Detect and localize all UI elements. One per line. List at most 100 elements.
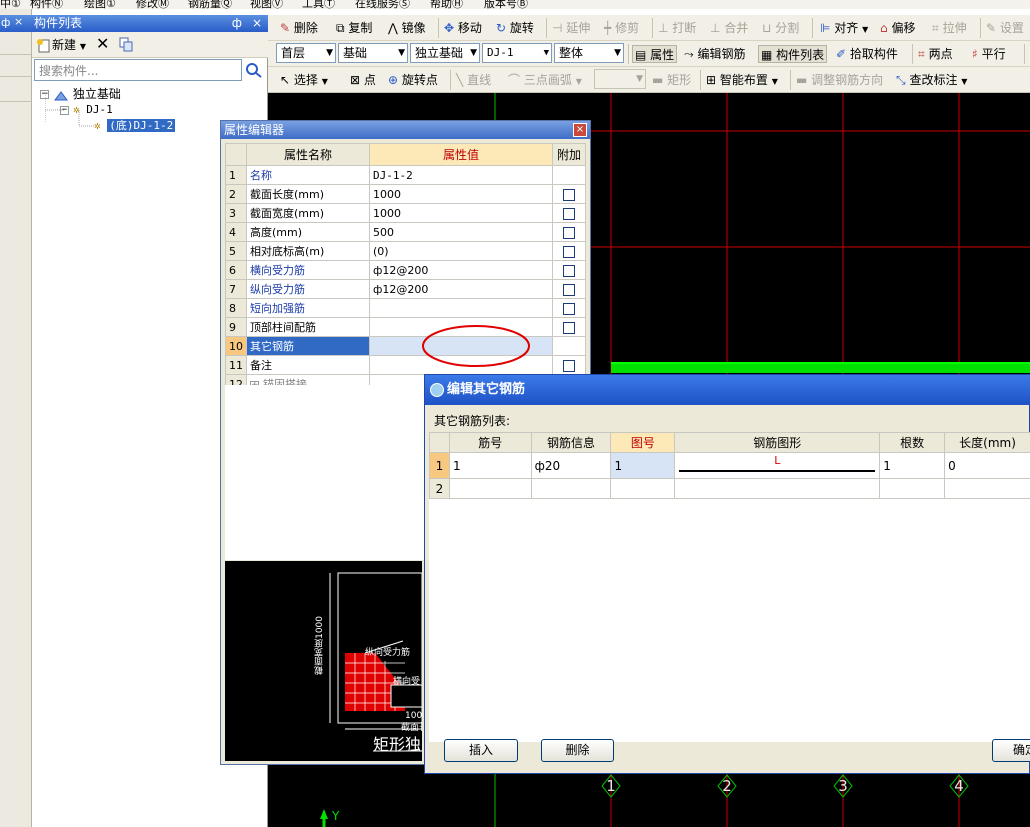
rotate-button[interactable]: ↻ 旋转	[496, 19, 534, 37]
menu-item-tools[interactable]: 工具Ⓣ	[302, 0, 335, 9]
delete-button[interactable]: ✎ 删除	[280, 19, 318, 37]
extra-checkbox[interactable]	[563, 207, 575, 220]
table-row[interactable]: 6 横向受力筋 ф12@200	[225, 260, 586, 280]
menu-item-version[interactable]: 版本号Ⓑ	[484, 0, 528, 9]
menu-item-component[interactable]: 构件Ⓝ	[30, 0, 63, 9]
menu-item-modify[interactable]: 修改Ⓜ	[136, 0, 169, 9]
new-button[interactable]: 新建 ▼	[36, 36, 86, 54]
rotate-point-button[interactable]: ⊕ 旋转点	[388, 71, 438, 89]
offset-button[interactable]: ⌂ 偏移	[880, 19, 915, 37]
table-row[interactable]: 1 1 ф20 1 L 1 0	[429, 452, 1030, 479]
search-icon[interactable]	[244, 61, 264, 79]
count-cell[interactable]	[879, 478, 946, 499]
property-editor-titlebar[interactable]: 属性编辑器	[221, 121, 590, 139]
point-button[interactable]: ⊠ 点	[350, 71, 376, 89]
stretch-button[interactable]: ⌗ 拉伸	[932, 19, 967, 37]
property-value[interactable]: 1000	[369, 184, 553, 204]
figure-cell[interactable]	[610, 478, 676, 499]
arc-button[interactable]: ⌒ 三点画弧 ▼	[508, 71, 582, 89]
length-cell[interactable]	[944, 478, 1030, 499]
settings-button[interactable]: ✎ 设置	[986, 19, 1024, 37]
copy-button[interactable]: ⧉ 复制	[336, 19, 372, 37]
mirror-button[interactable]: ⋀ 镜像	[388, 19, 426, 37]
copy-icon[interactable]	[118, 36, 134, 54]
menu-item[interactable]: 中①	[0, 0, 21, 9]
figure-cell[interactable]: 1	[610, 452, 676, 479]
table-row-selected[interactable]: 10 其它钢筋	[225, 325, 586, 367]
property-value[interactable]: (0)	[369, 241, 553, 261]
length-cell[interactable]: 0	[944, 452, 1030, 479]
tree-node-dj1-2[interactable]: ✲ (底)DJ-1-2	[94, 118, 176, 134]
property-value[interactable]: 1000	[369, 203, 553, 223]
delete-button[interactable]: 删除	[541, 739, 614, 762]
menu-item-view[interactable]: 视图Ⓥ	[250, 0, 283, 9]
align-button[interactable]: ⊫ 对齐 ▼	[820, 19, 868, 37]
unit-select[interactable]: 整体 ▼	[554, 43, 624, 63]
extra-checkbox[interactable]	[563, 302, 575, 315]
property-button[interactable]: ▤ 属性	[632, 45, 678, 63]
smart-layout-button[interactable]: ⊞ 智能布置 ▼	[706, 71, 778, 89]
close-icon[interactable]: ×	[252, 15, 262, 32]
table-row[interactable]: 5 相对底标高(m) (0)	[225, 241, 586, 261]
table-row[interactable]: 2 截面长度(mm) 1000	[225, 184, 586, 204]
pin-icon[interactable]: ф	[232, 15, 242, 32]
extra-checkbox[interactable]	[563, 264, 575, 277]
rect-button[interactable]: ▬ 矩形	[652, 71, 691, 89]
parallel-button[interactable]: ♯ 平行	[972, 45, 1006, 63]
element-list-button[interactable]: ▦ 构件列表	[758, 45, 828, 63]
extra-checkbox[interactable]	[563, 283, 575, 296]
close-button[interactable]: ×	[573, 123, 587, 137]
property-value[interactable]: DJ-1-2	[369, 165, 553, 185]
property-value[interactable]: ф12@200	[369, 279, 553, 299]
property-value[interactable]	[369, 325, 553, 367]
extra-checkbox[interactable]	[563, 188, 575, 201]
table-row[interactable]: 7 纵向受力筋 ф12@200	[225, 279, 586, 299]
menu-item-rebar-qty[interactable]: 钢筋量Ⓠ	[188, 0, 232, 9]
close-icon[interactable]: ×	[14, 15, 23, 28]
info-cell[interactable]	[530, 478, 612, 499]
extra-checkbox[interactable]	[563, 321, 575, 334]
table-row[interactable]: 3 截面宽度(mm) 1000	[225, 203, 586, 223]
property-value[interactable]: ф12@200	[369, 260, 553, 280]
confirm-button[interactable]: 确定	[992, 739, 1030, 762]
property-value[interactable]	[369, 298, 553, 318]
trim-button[interactable]: ┿ 修剪	[604, 19, 639, 37]
property-value[interactable]: 500	[369, 222, 553, 242]
menu-item-help[interactable]: 帮助Ⓗ	[430, 0, 463, 9]
count-cell[interactable]: 1	[879, 452, 946, 479]
move-button[interactable]: ✥ 移动	[444, 19, 482, 37]
shape-cell[interactable]: L	[674, 452, 881, 479]
dialog-titlebar[interactable]: 编辑其它钢筋	[425, 375, 1030, 405]
shape-cell[interactable]	[674, 478, 881, 499]
bar-no-cell[interactable]	[448, 478, 532, 499]
select-button[interactable]: ↖ 选择 ▼	[280, 71, 328, 89]
pin-icon[interactable]: ф	[1, 16, 10, 29]
menu-item-online[interactable]: 在线服务Ⓢ	[355, 0, 410, 9]
search-input[interactable]: 搜索构件...	[34, 59, 242, 81]
extra-checkbox[interactable]	[563, 226, 575, 239]
table-row[interactable]: 2	[429, 478, 1030, 499]
extra-checkbox[interactable]	[563, 245, 575, 258]
merge-button[interactable]: ⊥ 合并	[710, 19, 748, 37]
bar-no-cell[interactable]: 1	[448, 452, 532, 479]
arc-mode-select[interactable]: ▼	[594, 69, 646, 89]
category-select[interactable]: 基础 ▼	[338, 43, 408, 63]
edit-rebar-button[interactable]: ⤳ 编辑钢筋	[684, 45, 745, 63]
check-label-button[interactable]: ⤡ 查改标注 ▼	[896, 71, 967, 89]
line-button[interactable]: ╲ 直线	[456, 71, 491, 89]
floor-select[interactable]: 首层 ▼	[276, 43, 336, 63]
table-row[interactable]: 8 短向加强筋	[225, 298, 586, 318]
insert-button[interactable]: 插入	[444, 739, 518, 762]
two-points-button[interactable]: ⌗ 两点	[918, 45, 953, 63]
break-button[interactable]: ⊥ 打断	[658, 19, 696, 37]
pick-element-button[interactable]: ✐ 拾取构件	[836, 45, 898, 63]
menu-item-draw[interactable]: 绘图①	[84, 0, 116, 9]
extra-checkbox[interactable]	[563, 359, 575, 372]
type-select[interactable]: 独立基础 ▼	[410, 43, 480, 63]
info-cell[interactable]: ф20	[530, 452, 612, 479]
table-row[interactable]: 4 高度(mm) 500	[225, 222, 586, 242]
table-row[interactable]: 1 名称 DJ-1-2	[225, 165, 586, 185]
delete-icon[interactable]: ✕	[96, 36, 109, 54]
split-button[interactable]: ⊔ 分割	[762, 19, 799, 37]
element-select[interactable]: DJ-1 ▼	[482, 43, 552, 63]
